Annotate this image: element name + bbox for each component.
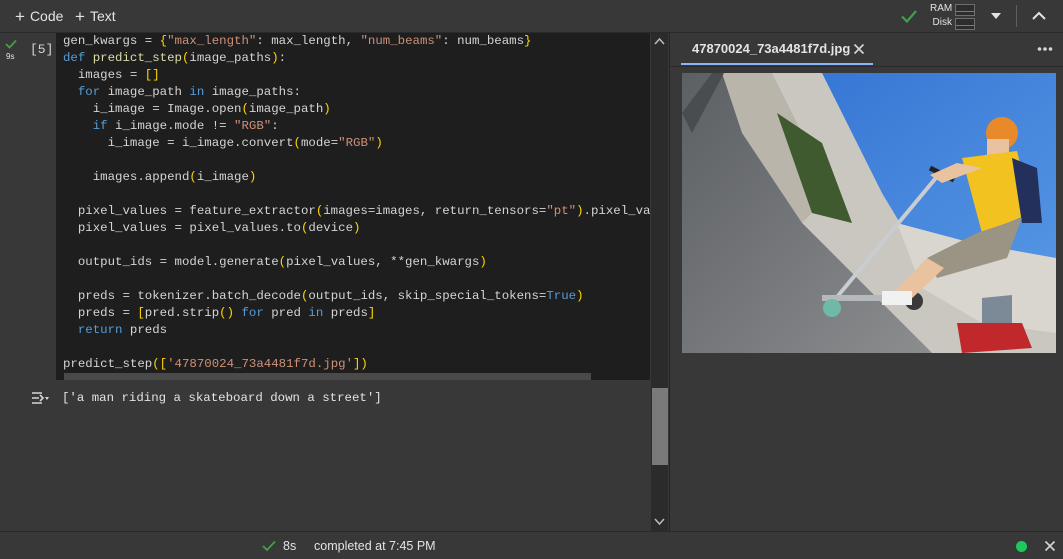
status-message[interactable]: completed at 7:45 PM	[314, 539, 436, 553]
add-code-button[interactable]: + Code	[15, 6, 63, 26]
toolbar-divider	[1016, 5, 1017, 27]
close-icon[interactable]	[853, 43, 865, 55]
notebook-toolbar: + Code + Text RAM Disk	[0, 0, 1063, 33]
add-text-button[interactable]: + Text	[75, 6, 116, 26]
editor-horizontal-scrollbar[interactable]	[64, 373, 591, 380]
add-code-label: Code	[29, 8, 64, 24]
ram-meter-icon	[955, 4, 975, 16]
boy-on-scooter-photo	[682, 73, 1056, 353]
output-actions-icon[interactable]	[30, 390, 50, 406]
resource-monitor[interactable]: RAM Disk	[930, 2, 976, 30]
add-icon: +	[75, 6, 85, 26]
preview-image	[682, 73, 1056, 353]
tab-bar-rule	[670, 66, 1063, 67]
execution-count[interactable]: [5]	[30, 42, 53, 57]
collapse-up-icon[interactable]	[1031, 9, 1047, 23]
scrollbar-thumb[interactable]	[652, 388, 668, 465]
status-bar: 8s completed at 7:45 PM	[0, 531, 1063, 559]
status-duration: 8s	[283, 539, 297, 553]
notebook-area: 9s [5] gen_kwargs = {"max_length": max_l…	[0, 33, 669, 531]
connected-checkmark-icon	[901, 10, 917, 24]
cell-success-checkmark-icon	[5, 39, 17, 49]
scroll-up-icon[interactable]	[654, 37, 665, 45]
disk-meter-icon	[955, 18, 975, 30]
tab-label: 47870024_73a4481f7d.jpg	[692, 41, 851, 56]
notebook-vertical-scrollbar[interactable]	[651, 33, 668, 531]
close-icon[interactable]	[1044, 540, 1056, 552]
code-text[interactable]: gen_kwargs = {"max_length": max_length, …	[63, 33, 650, 373]
disk-label: Disk	[932, 17, 952, 28]
cell-output: ['a man riding a skateboard down a stree…	[20, 386, 650, 426]
add-text-label: Text	[89, 8, 116, 24]
more-options-icon[interactable]	[1037, 46, 1053, 52]
tab-image-file[interactable]: 47870024_73a4481f7d.jpg	[681, 33, 873, 66]
dropdown-icon[interactable]	[989, 10, 1003, 22]
add-icon: +	[15, 6, 25, 26]
active-tab-indicator	[681, 63, 873, 65]
code-cell-editor[interactable]: gen_kwargs = {"max_length": max_length, …	[56, 33, 650, 380]
cell-run-time: 9s	[6, 52, 15, 61]
scroll-down-icon[interactable]	[654, 518, 665, 526]
ram-label: RAM	[930, 3, 953, 14]
image-viewer-pane: 47870024_73a4481f7d.jpg	[670, 33, 1063, 531]
output-text: ['a man riding a skateboard down a stree…	[62, 391, 382, 405]
connected-dot-icon	[1016, 541, 1027, 552]
status-checkmark-icon	[262, 540, 276, 552]
